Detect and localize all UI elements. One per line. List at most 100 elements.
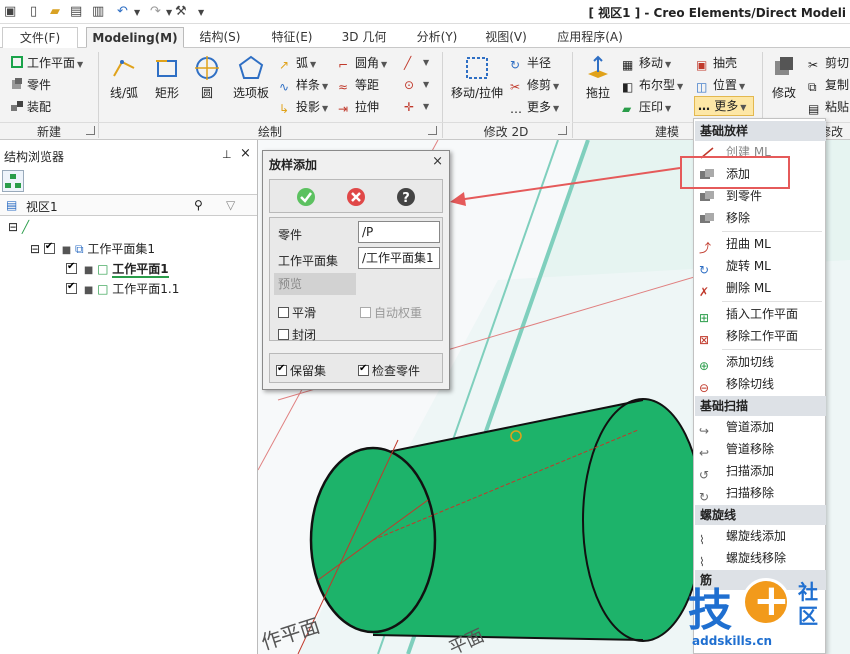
- redo-icon[interactable]: ↷: [150, 4, 161, 19]
- viewport-selector[interactable]: ▤ 视区1 ⚲ ▽: [0, 194, 257, 216]
- check-part-checkbox[interactable]: [358, 363, 369, 376]
- collapse-icon[interactable]: ⊟: [30, 242, 40, 256]
- highlight-box: [680, 156, 790, 189]
- tab-file[interactable]: 文件(F): [2, 27, 78, 48]
- menu-item-delete-ml[interactable]: ✗ 删除 ML: [695, 277, 826, 299]
- menu-item-pipe-remove[interactable]: ↩ 管道移除: [695, 438, 826, 460]
- shell-button[interactable]: ▣ 抽壳: [696, 54, 737, 72]
- auto-weight-checkbox-row[interactable]: 自动权重: [360, 304, 422, 321]
- pull-button[interactable]: 拖拉: [578, 54, 618, 101]
- menu-item-remove[interactable]: 移除: [695, 207, 826, 229]
- rectangle-button[interactable]: 矩形: [148, 54, 186, 101]
- tab-structure[interactable]: 结构(S): [190, 27, 250, 48]
- tree-row[interactable]: ■ □ 工作平面1: [66, 260, 169, 278]
- tab-3d-geometry[interactable]: 3D 几何: [330, 27, 398, 48]
- position-button[interactable]: ◫ 位置 ▼: [696, 76, 745, 94]
- copy-button[interactable]: ⧉ 复制: [808, 76, 849, 94]
- move-button[interactable]: ▦ 移动 ▼: [622, 54, 671, 72]
- menu-item-sweep-add[interactable]: ↺ 扫描添加: [695, 460, 826, 482]
- paste-button[interactable]: ▤ 粘贴: [808, 98, 849, 116]
- part-field[interactable]: /P: [358, 221, 440, 243]
- part-button[interactable]: 零件: [10, 76, 51, 93]
- new-group-launcher-icon[interactable]: [86, 126, 95, 135]
- open-folder-icon[interactable]: ▰: [50, 4, 60, 19]
- smooth-checkbox[interactable]: [278, 307, 289, 318]
- keep-set-checkbox-row[interactable]: 保留集: [276, 362, 326, 379]
- boolean-button[interactable]: ◧ 布尔型 ▼: [622, 76, 683, 94]
- close-icon[interactable]: ×: [240, 146, 251, 161]
- tree-row[interactable]: ■ □ 工作平面1.1: [66, 280, 179, 297]
- menu-item-insert-workplane[interactable]: ⊞ 插入工作平面: [695, 303, 826, 325]
- modify2d-group-launcher-icon[interactable]: [558, 126, 567, 135]
- menu-item-remove-workplane[interactable]: ⊠ 移除工作平面: [695, 325, 826, 347]
- print-preview-icon[interactable]: ▥: [92, 4, 104, 19]
- model-more-button[interactable]: … 更多 ▼: [694, 96, 754, 116]
- smooth-checkbox-row[interactable]: 平滑: [278, 304, 316, 321]
- extend-button[interactable]: ⇥ 拉伸: [338, 98, 379, 116]
- new-file-icon[interactable]: ▯: [30, 4, 37, 19]
- assembly-button[interactable]: 装配: [10, 98, 51, 115]
- menu-item-twist-ml[interactable]: ⤴ 扭曲 ML: [695, 233, 826, 255]
- menu-item-pipe-add[interactable]: ↪ 管道添加: [695, 416, 826, 438]
- dialog-close-icon[interactable]: ×: [432, 154, 443, 169]
- point-tool-button[interactable]: ⊙ ▼: [404, 76, 429, 92]
- modify2d-more-button[interactable]: … 更多 ▼: [510, 98, 559, 116]
- customize-tools-icon[interactable]: ⚒: [175, 4, 187, 19]
- fillet-button[interactable]: ⌐ 圆角 ▼: [338, 54, 387, 72]
- redo-dropdown-icon[interactable]: ▼: [166, 8, 172, 17]
- radius-button[interactable]: ↻ 半径: [510, 54, 551, 72]
- undo-icon[interactable]: ↶: [117, 4, 128, 19]
- tree-row[interactable]: ⊟ ■ ⧉ 工作平面集1: [30, 240, 155, 257]
- binoculars-icon[interactable]: ⚲: [194, 198, 203, 212]
- help-icon[interactable]: ?: [396, 187, 416, 207]
- cut-button[interactable]: ✂ 剪切: [808, 54, 849, 72]
- visibility-checkbox[interactable]: [66, 261, 77, 274]
- ok-check-icon[interactable]: [296, 187, 316, 207]
- menu-item-sweep-remove[interactable]: ↻ 扫描移除: [695, 482, 826, 504]
- line-tool-button[interactable]: ╱ ▼: [404, 54, 429, 70]
- spline-button[interactable]: ∿ 样条 ▼: [279, 76, 328, 94]
- tab-analysis[interactable]: 分析(Y): [404, 27, 470, 48]
- trim-button[interactable]: ✂ 修剪 ▼: [510, 76, 559, 94]
- tab-modeling[interactable]: Modeling(M): [86, 27, 184, 48]
- keep-set-checkbox[interactable]: [276, 363, 287, 376]
- menu-item-remove-tangent[interactable]: ⊖ 移除切线: [695, 373, 826, 395]
- quick-access-menu-icon[interactable]: ▼: [198, 8, 204, 17]
- menu-item-helix-remove[interactable]: ⌇ 螺旋线移除: [695, 547, 826, 569]
- collapse-icon[interactable]: ⊟: [8, 220, 18, 234]
- offset-button[interactable]: ≈ 等距: [338, 76, 379, 94]
- visibility-checkbox[interactable]: [66, 281, 77, 294]
- tab-feature[interactable]: 特征(E): [258, 27, 326, 48]
- menu-item-helix-add[interactable]: ⌇ 螺旋线添加: [695, 525, 826, 547]
- move-stretch-button[interactable]: 移动/拉伸: [446, 54, 508, 101]
- pin-icon[interactable]: ⊥: [222, 148, 232, 161]
- palette-button[interactable]: 选项板: [228, 54, 274, 101]
- undo-dropdown-icon[interactable]: ▼: [134, 8, 140, 17]
- circle-button[interactable]: 圆: [190, 54, 224, 101]
- arc-button[interactable]: ↗ 弧 ▼: [279, 54, 316, 72]
- closed-checkbox[interactable]: [278, 329, 289, 340]
- modify-button[interactable]: 修改: [766, 54, 802, 101]
- cancel-x-icon[interactable]: [346, 187, 366, 207]
- logo-plus-icon: +: [742, 575, 790, 626]
- cross-tool-button[interactable]: ✛ ▼: [404, 98, 429, 114]
- save-icon[interactable]: ▤: [70, 4, 82, 19]
- auto-weight-checkbox[interactable]: [360, 307, 371, 318]
- project-button[interactable]: ↳ 投影 ▼: [279, 98, 328, 116]
- closed-checkbox-row[interactable]: 封闭: [278, 326, 316, 343]
- workplane-set-field[interactable]: /工作平面集1: [358, 247, 440, 269]
- browser-tree-tab[interactable]: [2, 170, 24, 192]
- tree-root-row[interactable]: ⊟ ╱: [8, 220, 29, 234]
- draw-group-launcher-icon[interactable]: [428, 126, 437, 135]
- preview-button[interactable]: 预览: [274, 273, 356, 295]
- menu-item-add-tangent[interactable]: ⊕ 添加切线: [695, 351, 826, 373]
- workplane-button[interactable]: 工作平面 ▼: [10, 54, 83, 71]
- line-arc-button[interactable]: 线/弧: [104, 54, 144, 101]
- tab-applications[interactable]: 应用程序(A): [544, 27, 636, 48]
- visibility-checkbox[interactable]: [43, 241, 55, 254]
- tab-view[interactable]: 视图(V): [476, 27, 536, 48]
- filter-icon[interactable]: ▽: [226, 198, 235, 212]
- imprint-button[interactable]: ▰ 压印 ▼: [622, 98, 671, 116]
- check-part-checkbox-row[interactable]: 检查零件: [358, 362, 420, 379]
- menu-item-rotate-ml[interactable]: ↻ 旋转 ML: [695, 255, 826, 277]
